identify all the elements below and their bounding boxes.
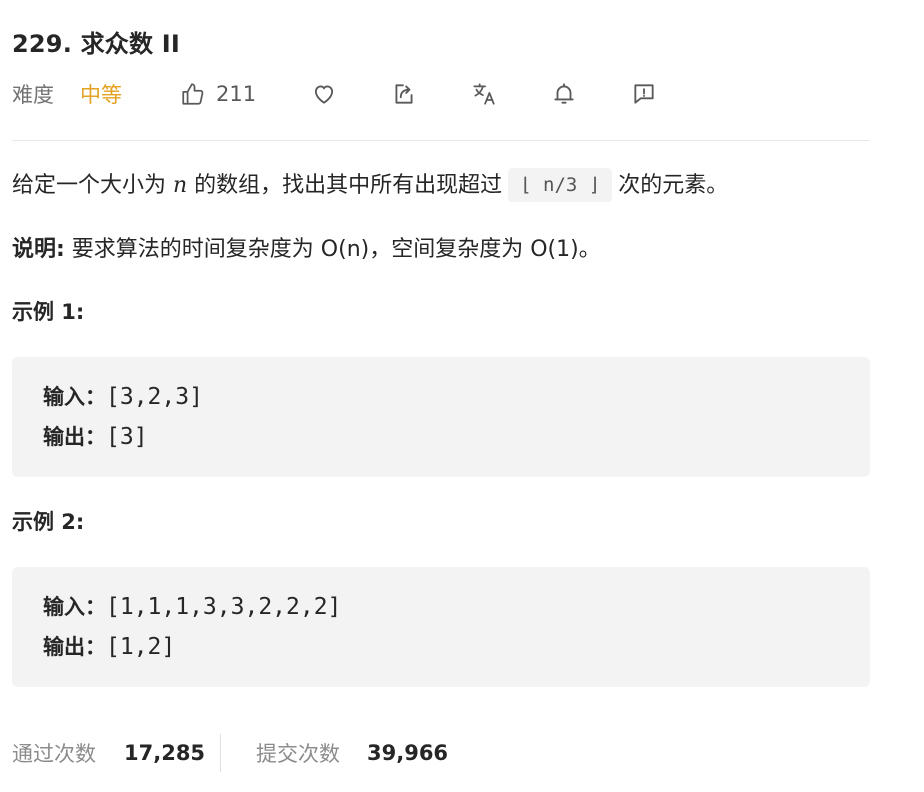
problem-title: 229. 求众数 II — [12, 30, 180, 58]
input-label: 输入： — [43, 385, 106, 409]
note-paragraph: 说明: 要求算法的时间复杂度为 O(n)，空间复杂度为 O(1)。 — [12, 226, 872, 274]
like-count: 211 — [216, 82, 257, 106]
feedback-icon — [631, 81, 657, 107]
example-2-heading: 示例 2: — [12, 510, 85, 534]
output-value: [1,2] — [106, 634, 176, 660]
output-label: 输出： — [43, 635, 106, 659]
description-paragraph: 给定一个大小为 n 的数组，找出其中所有出现超过 ⌊ n/3 ⌋ 次的元素。 — [12, 162, 872, 210]
example-1-code-block: 输入：[3,2,3] 输出：[3] — [12, 357, 870, 477]
accepted-label: 通过次数 — [12, 742, 96, 766]
description-text: 给定一个大小为 — [12, 173, 173, 198]
submitted-count: 39,966 — [367, 741, 449, 765]
favorite-button[interactable] — [310, 76, 338, 112]
example-2-input-line: 输入：[1,1,1,3,3,2,2,2] — [43, 587, 839, 627]
description-text: 次的元素。 — [618, 173, 729, 198]
translate-button[interactable] — [470, 76, 498, 112]
note-label: 说明: — [12, 237, 65, 262]
input-value: [1,1,1,3,3,2,2,2] — [106, 594, 342, 620]
variable-n: n — [173, 173, 188, 198]
difficulty-label: 难度 — [12, 83, 54, 107]
header-divider — [12, 140, 870, 141]
note-text: 要求算法的时间复杂度为 O(n)，空间复杂度为 O(1)。 — [64, 237, 601, 262]
heart-icon — [311, 81, 337, 107]
example-1-output-line: 输出：[3] — [43, 417, 839, 457]
feedback-button[interactable] — [630, 76, 658, 112]
example-2-output-line: 输出：[1,2] — [43, 627, 839, 667]
like-button[interactable]: 211 — [180, 76, 256, 112]
difficulty-badge: 中等 — [80, 83, 122, 107]
output-label: 输出： — [43, 425, 106, 449]
notify-button[interactable] — [550, 76, 578, 112]
description-text: 的数组，找出其中所有出现超过 — [187, 173, 503, 198]
inline-code-floor: ⌊ n/3 ⌋ — [508, 168, 613, 202]
submitted-label: 提交次数 — [256, 742, 340, 766]
stats-divider — [220, 734, 221, 772]
output-value: [3] — [106, 424, 148, 450]
input-label: 输入： — [43, 595, 106, 619]
translate-icon — [471, 81, 497, 107]
example-2-code-block: 输入：[1,1,1,3,3,2,2,2] 输出：[1,2] — [12, 567, 870, 687]
submission-stats: 通过次数 17,285 提交次数 39,966 — [12, 734, 872, 772]
share-icon — [391, 81, 417, 107]
problem-page: 229. 求众数 II 难度 中等 211 给定一个大小为 n 的数组，找出其中… — [0, 0, 924, 792]
bell-icon — [551, 81, 577, 107]
problem-meta-bar: 难度 中等 211 — [12, 76, 872, 112]
input-value: [3,2,3] — [106, 384, 203, 410]
thumbs-up-icon — [180, 81, 206, 107]
problem-description: 给定一个大小为 n 的数组，找出其中所有出现超过 ⌊ n/3 ⌋ 次的元素。 说明:… — [12, 162, 872, 274]
share-button[interactable] — [390, 76, 418, 112]
example-1-input-line: 输入：[3,2,3] — [43, 377, 839, 417]
example-1-heading: 示例 1: — [12, 300, 85, 324]
accepted-count: 17,285 — [124, 741, 206, 765]
